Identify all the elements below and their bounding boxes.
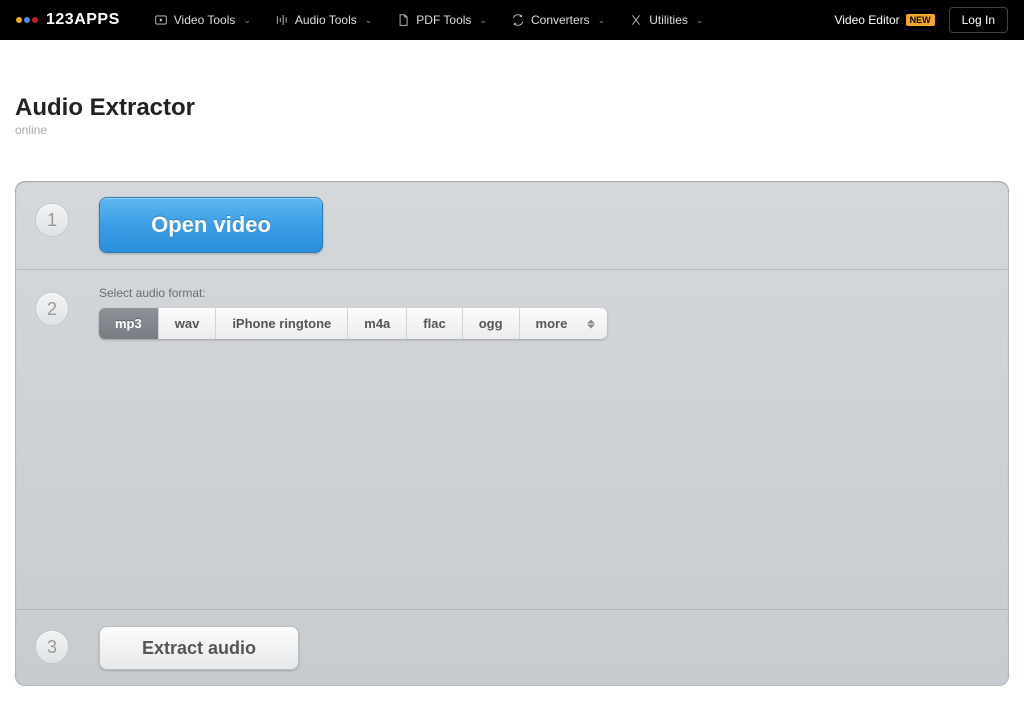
pdf-icon <box>396 13 410 27</box>
logo-dots-icon <box>16 17 38 23</box>
format-segmented-control: mp3 wav iPhone ringtone m4a flac ogg mor… <box>99 308 607 339</box>
page-title: Audio Extractor <box>15 94 1024 122</box>
chevron-down-icon: ⌄ <box>479 15 487 26</box>
page-header: Audio Extractor online <box>0 40 1024 137</box>
step-2: 2 Select audio format: mp3 wav iPhone ri… <box>15 270 1009 610</box>
updown-icon <box>587 319 595 328</box>
login-button[interactable]: Log In <box>949 7 1008 33</box>
convert-icon <box>511 13 525 27</box>
utilities-icon <box>629 13 643 27</box>
nav-pdf-tools[interactable]: PDF Tools ⌄ <box>384 0 499 40</box>
login-label: Log In <box>962 13 995 27</box>
play-icon <box>154 13 168 27</box>
format-option-more[interactable]: more <box>520 308 608 339</box>
open-video-button[interactable]: Open video <box>99 197 323 253</box>
format-option-mp3[interactable]: mp3 <box>99 308 159 339</box>
open-video-label: Open video <box>151 212 271 238</box>
chevron-down-icon: ⌄ <box>243 15 251 26</box>
nav-video-tools[interactable]: Video Tools ⌄ <box>142 0 263 40</box>
format-option-m4a[interactable]: m4a <box>348 308 407 339</box>
chevron-down-icon: ⌄ <box>598 15 606 26</box>
nav-utilities[interactable]: Utilities ⌄ <box>617 0 715 40</box>
nav-label: Video Tools <box>174 13 236 27</box>
step-number: 1 <box>35 203 69 237</box>
format-option-flac[interactable]: flac <box>407 308 462 339</box>
nav-label: PDF Tools <box>416 13 471 27</box>
nav-label: Audio Tools <box>295 13 357 27</box>
logo[interactable]: 123APPS <box>16 11 120 29</box>
step-1: 1 Open video <box>15 181 1009 270</box>
nav-label: Converters <box>531 13 590 27</box>
video-editor-label: Video Editor <box>834 13 899 27</box>
new-badge: NEW <box>906 14 935 26</box>
chevron-down-icon: ⌄ <box>696 15 704 26</box>
top-nav: 123APPS Video Tools ⌄ Audio Tools ⌄ PDF … <box>0 0 1024 40</box>
nav-converters[interactable]: Converters ⌄ <box>499 0 617 40</box>
step-number: 2 <box>35 292 69 326</box>
main-panel: 1 Open video 2 Select audio format: mp3 … <box>15 181 1009 686</box>
extract-audio-button[interactable]: Extract audio <box>99 626 299 670</box>
main-panel-wrap: 1 Open video 2 Select audio format: mp3 … <box>0 137 1024 686</box>
format-option-iphone-ringtone[interactable]: iPhone ringtone <box>216 308 348 339</box>
page-subtitle: online <box>15 123 1024 137</box>
nav-audio-tools[interactable]: Audio Tools ⌄ <box>263 0 384 40</box>
brand-text: 123APPS <box>46 11 120 29</box>
chevron-down-icon: ⌄ <box>365 15 373 26</box>
step-number: 3 <box>35 630 69 664</box>
extract-audio-label: Extract audio <box>142 638 256 659</box>
format-option-ogg[interactable]: ogg <box>463 308 520 339</box>
nav-label: Utilities <box>649 13 688 27</box>
step-3: 3 Extract audio <box>15 610 1009 686</box>
equalizer-icon <box>275 13 289 27</box>
format-option-wav[interactable]: wav <box>159 308 217 339</box>
format-label: Select audio format: <box>99 286 989 300</box>
video-editor-link[interactable]: Video Editor NEW <box>834 13 934 27</box>
